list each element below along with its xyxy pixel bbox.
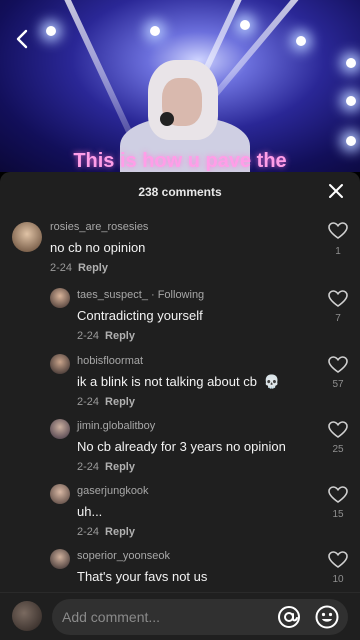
avatar[interactable] bbox=[50, 288, 70, 308]
comment-text: That's your favs not us bbox=[77, 569, 208, 584]
comment-username-text[interactable]: taes_suspect_ bbox=[77, 289, 148, 301]
comment-input[interactable] bbox=[52, 599, 348, 635]
skull-emoji: 💀 bbox=[263, 374, 280, 389]
reply-item: taes_suspect_ · Following Contradicting … bbox=[0, 286, 360, 350]
like-count: 25 bbox=[332, 444, 344, 455]
back-arrow-icon[interactable] bbox=[12, 28, 34, 50]
comment-text: Contradicting yourself bbox=[77, 308, 203, 323]
stage-light bbox=[346, 96, 356, 106]
stage-light bbox=[296, 36, 306, 46]
comment-date: 2-24 bbox=[77, 330, 100, 342]
comment-meta: 2-24 Reply bbox=[50, 262, 108, 274]
close-icon[interactable] bbox=[328, 183, 344, 199]
comment-text: no cb no opinion bbox=[50, 240, 146, 255]
heart-outline-icon[interactable] bbox=[328, 421, 348, 439]
like-count: 15 bbox=[332, 509, 344, 520]
comment-meta: 2-24 Reply bbox=[77, 461, 135, 473]
comment-count: 238 comments bbox=[138, 185, 222, 199]
heart-outline-icon[interactable] bbox=[328, 486, 348, 504]
comment-date: 2-24 bbox=[77, 526, 100, 538]
comment-composer bbox=[0, 592, 360, 640]
like-count: 10 bbox=[332, 574, 344, 585]
like-count: 7 bbox=[335, 313, 341, 324]
heart-outline-icon[interactable] bbox=[328, 290, 348, 308]
heart-outline-icon[interactable] bbox=[328, 551, 348, 569]
reply-button[interactable]: Reply bbox=[105, 526, 135, 538]
comment-meta: 2-24 Reply bbox=[77, 526, 135, 538]
stage-light bbox=[240, 20, 250, 30]
avatar[interactable] bbox=[12, 601, 42, 631]
comment-username[interactable]: soperior_yoonseok bbox=[77, 550, 170, 562]
reply-button[interactable]: Reply bbox=[105, 396, 135, 408]
like-count: 57 bbox=[332, 379, 344, 390]
reply-item: soperior_yoonseok That's your favs not u… bbox=[0, 547, 360, 592]
reply-item: gaserjungkook uh... 2-24 Reply 15 bbox=[0, 482, 360, 546]
comment-text-body: ik a blink is not talking about cb bbox=[77, 374, 257, 389]
comment-meta: 2-24 Reply bbox=[77, 330, 135, 342]
comment-text: uh... bbox=[77, 504, 103, 519]
video-player[interactable]: This is how u pave the bbox=[0, 0, 360, 172]
comment-text: No cb already for 3 years no opinion bbox=[77, 439, 286, 454]
comment-date: 2-24 bbox=[77, 396, 100, 408]
comment-date: 2-24 bbox=[77, 461, 100, 473]
stage-light bbox=[46, 26, 56, 36]
stage-light bbox=[150, 26, 160, 36]
comments-header: 238 comments bbox=[0, 172, 360, 210]
avatar[interactable] bbox=[50, 354, 70, 374]
at-sign-icon[interactable] bbox=[276, 604, 302, 630]
comment-username[interactable]: rosies_are_rosesies bbox=[50, 221, 148, 233]
reply-button[interactable]: Reply bbox=[105, 461, 135, 473]
following-tag: · Following bbox=[147, 289, 205, 301]
comment-username[interactable]: gaserjungkook bbox=[77, 485, 149, 497]
reply-button[interactable]: Reply bbox=[105, 330, 135, 342]
reply-item: hobisfloormat ik a blink is not talking … bbox=[0, 352, 360, 416]
comment-item: rosies_are_rosesies no cb no opinion 2-2… bbox=[0, 216, 360, 280]
stage-light bbox=[346, 136, 356, 146]
avatar[interactable] bbox=[50, 419, 70, 439]
avatar[interactable] bbox=[12, 222, 42, 252]
comments-sheet: 238 comments rosies_are_rosesies no cb n… bbox=[0, 172, 360, 640]
heart-outline-icon[interactable] bbox=[328, 356, 348, 374]
microphone bbox=[160, 112, 174, 126]
comment-date: 2-24 bbox=[50, 262, 73, 274]
comment-username[interactable]: jimin.globalitboy bbox=[77, 420, 155, 432]
avatar[interactable] bbox=[50, 549, 70, 569]
comment-username[interactable]: hobisfloormat bbox=[77, 355, 143, 367]
reply-item: jimin.globalitboy No cb already for 3 ye… bbox=[0, 417, 360, 481]
heart-outline-icon[interactable] bbox=[328, 222, 348, 240]
stage-light bbox=[346, 58, 356, 68]
like-count: 1 bbox=[335, 246, 341, 257]
comment-username[interactable]: taes_suspect_ · Following bbox=[77, 289, 204, 301]
video-caption: This is how u pave the bbox=[73, 150, 287, 172]
comment-meta: 2-24 Reply bbox=[77, 396, 135, 408]
reply-button[interactable]: Reply bbox=[78, 262, 108, 274]
avatar[interactable] bbox=[50, 484, 70, 504]
comment-text: ik a blink is not talking about cb 💀 bbox=[77, 374, 280, 390]
emoji-icon[interactable] bbox=[314, 604, 340, 630]
